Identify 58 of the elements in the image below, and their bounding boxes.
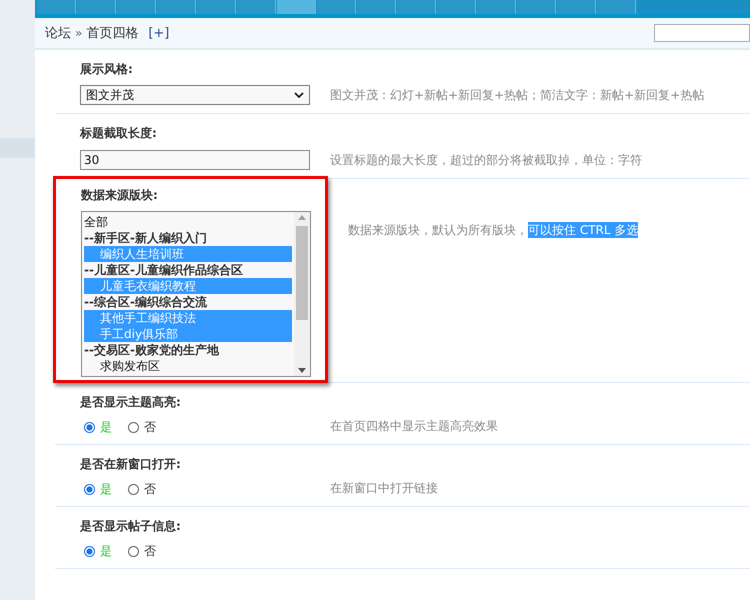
radio-label: 是 [100,418,112,436]
breadcrumb-link[interactable]: 论坛 [45,24,71,42]
radio-button[interactable] [84,422,95,432]
nav-tab[interactable] [77,0,116,14]
breadcrumb-current: 首页四格 [86,25,138,42]
setting-label: 展示风格: [80,61,134,78]
scrollbar[interactable] [294,212,310,376]
setting-description: 在新窗口中打开链接 [330,480,438,497]
nav-tab[interactable] [557,0,596,14]
scrollbar-thumb[interactable] [296,226,308,320]
nav-tab[interactable] [357,0,396,14]
setting-label: 是否在新窗口打开: [80,456,182,473]
radio-button[interactable] [128,546,139,556]
nav-tab[interactable] [517,0,556,14]
radio-button[interactable] [128,484,139,494]
radio-label: 否 [144,542,156,560]
list-option[interactable]: --儿童区-儿童编织作品综合区 [84,262,292,278]
sidebar-item[interactable] [0,138,35,158]
list-option[interactable]: --交易区-败家党的生产地 [84,342,292,358]
radio-button[interactable] [128,422,139,432]
add-link[interactable]: [+] [148,26,170,40]
radio-button[interactable] [84,546,95,556]
dropdown[interactable]: 图文并茂 [80,85,310,105]
nav-tab[interactable] [477,0,516,14]
forum-listbox[interactable]: 全部 --新手区-新人编织入门 编织人生培训班 --儿童区-儿童编织作品综合区 儿童毛衣编织教程 --综合区-编织综合交流 其他手工编织技法 手工diy俱乐部 --交易区-败家党的生产地 求购发布区 [81,211,311,377]
setting-description: 图文并茂：幻灯+新帖+新回复+热帖；简洁文字：新帖+新回复+热帖 [330,87,704,104]
up-arrow-icon[interactable] [298,215,306,220]
nav-tab[interactable] [317,0,356,14]
nav-tab[interactable] [117,0,156,14]
radio-label: 否 [144,418,156,436]
setting-description: 数据来源版块，默认为所有版块，可以按住 CTRL 多选 [348,222,638,239]
setting-description: 在首页四格中显示主题高亮效果 [330,418,498,435]
nav-tab[interactable] [597,0,636,14]
nav-tab[interactable] [237,0,276,14]
nav-tab[interactable] [397,0,436,14]
search-field[interactable] [654,24,750,42]
list-option[interactable]: --新手区-新人编织入门 [84,230,292,246]
down-arrow-icon[interactable] [298,368,306,373]
text-field[interactable]: 30 [80,150,310,170]
breadcrumb-separator: » [75,26,82,40]
nav-tab[interactable] [437,0,476,14]
nav-tab[interactable] [37,0,76,14]
radio-label: 是 [100,542,112,560]
setting-label: 数据来源版块: [81,187,159,204]
setting-description: 设置标题的最大长度，超过的部分将被截取掉，单位：字符 [330,152,642,169]
nav-tab[interactable] [197,0,236,14]
setting-label: 标题截取长度: [80,125,158,142]
nav-tab[interactable] [277,0,316,14]
caret-icon [294,92,304,98]
radio-label: 否 [144,480,156,498]
radio-label: 是 [100,480,112,498]
setting-label: 是否显示帖子信息: [80,518,182,535]
nav-tab[interactable] [157,0,196,14]
list-option[interactable]: 求购发布区 [84,358,292,374]
setting-label: 是否显示主题高亮: [80,394,182,411]
list-option[interactable]: --综合区-编织综合交流 [84,294,292,310]
list-option[interactable]: 全部 [84,214,292,230]
radio-button[interactable] [84,484,95,494]
